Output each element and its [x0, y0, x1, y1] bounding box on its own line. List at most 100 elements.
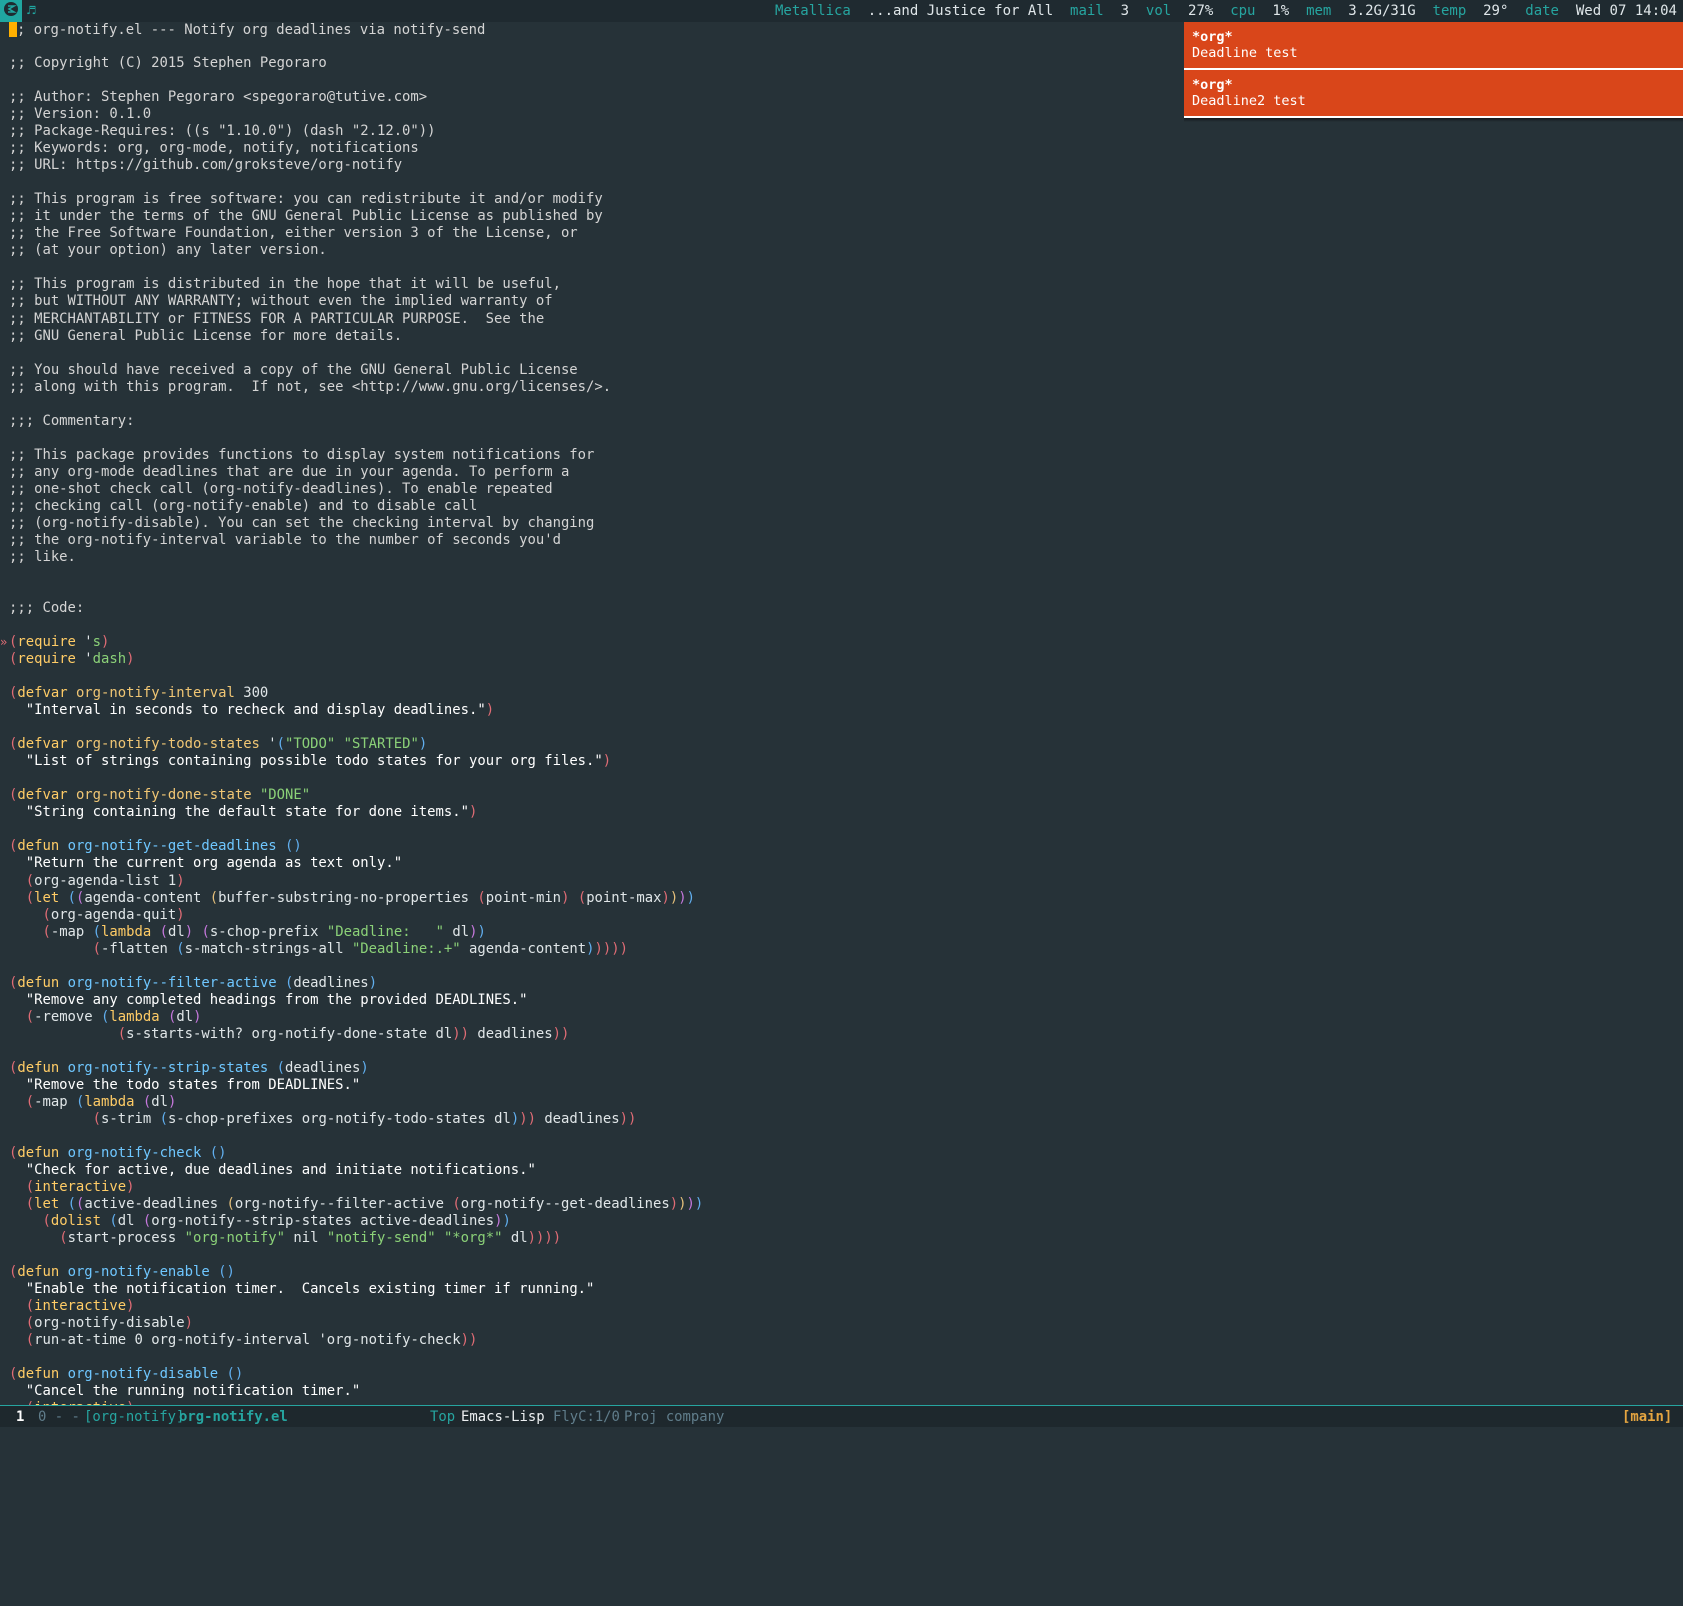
code-line: ;;; Commentary:	[9, 413, 135, 429]
code-line: ;; This program is free software: you ca…	[9, 191, 603, 207]
volume-value: 27%	[1188, 3, 1214, 19]
code-line: ;; (at your option) any later version.	[9, 242, 327, 258]
notification-body: Deadline2 test	[1192, 93, 1306, 109]
text-cursor	[9, 22, 17, 37]
music-note-icon: ♬	[27, 3, 36, 19]
code-line: ; org-notify.el --- Notify org deadlines…	[9, 22, 485, 38]
code-line: ;; Copyright (C) 2015 Stephen Pegoraro	[9, 55, 327, 71]
code-line: "Return the current org agenda as text o…	[25, 855, 403, 871]
cpu-label: cpu	[1230, 3, 1256, 19]
flycheck-status[interactable]: FlyC:1/0	[553, 1407, 620, 1427]
notification-stack: *org* Deadline test *org* Deadline2 test	[1184, 22, 1683, 122]
workspace-indicator[interactable]	[0, 0, 22, 22]
buffer-filename[interactable]: org-notify.el	[179, 1407, 288, 1427]
major-mode[interactable]: Emacs-Lisp	[461, 1407, 545, 1427]
emacs-buffer[interactable]: ; org-notify.el --- Notify org deadlines…	[0, 22, 1683, 1405]
date-label: date	[1525, 3, 1559, 19]
notification-title: *org*	[1192, 77, 1233, 93]
code-line: ;; GNU General Public License for more d…	[9, 328, 403, 344]
code-line: ;; You should have received a copy of th…	[9, 362, 578, 378]
code-line: (interactive)	[25, 1179, 135, 1195]
code-line: ;; Version: 0.1.0	[9, 106, 152, 122]
code-line: (-map (lambda (dl) (s-chop-prefix "Deadl…	[42, 924, 486, 940]
git-branch[interactable]: [main]	[1622, 1407, 1672, 1427]
code-line: ;; This package provides functions to di…	[9, 447, 595, 463]
code-line: (defun org-notify-disable ()	[9, 1366, 244, 1382]
code-line: "Interval in seconds to recheck and disp…	[25, 702, 495, 718]
code-line: "Enable the notification timer. Cancels …	[25, 1281, 595, 1297]
code-line: (require 'dash)	[9, 651, 135, 667]
code-line: ;; one-shot check call (org-notify-deadl…	[9, 481, 553, 497]
code-line: ;; along with this program. If not, see …	[9, 379, 612, 395]
now-playing-album: ...and Justice for All	[867, 3, 1054, 19]
code-line: (s-trim (s-chop-prefixes org-notify-todo…	[92, 1111, 637, 1127]
mode-line: 1 0 - - [org-notify] org-notify.el Top E…	[0, 1405, 1683, 1427]
code-line: ;; any org-mode deadlines that are due i…	[9, 464, 570, 480]
code-line: ;; URL: https://github.com/groksteve/org…	[9, 157, 403, 173]
code-line: (defun org-notify-enable ()	[9, 1264, 235, 1280]
code-line: "Check for active, due deadlines and ini…	[25, 1162, 536, 1178]
minor-modes[interactable]: Proj company	[624, 1407, 724, 1427]
emacs-icon	[3, 1, 19, 21]
temperature-label: temp	[1432, 3, 1467, 19]
code-line: ;; Package-Requires: ((s "1.10.0") (dash…	[9, 123, 436, 139]
code-line: (start-process "org-notify" nil "notify-…	[59, 1230, 562, 1246]
code-line: (defun org-notify-check ()	[9, 1145, 227, 1161]
notification-popup[interactable]: *org* Deadline2 test	[1184, 70, 1683, 118]
notification-shadow	[1184, 118, 1683, 122]
code-line: (org-notify-disable)	[25, 1315, 194, 1331]
volume-label: vol	[1145, 3, 1172, 19]
notification-popup[interactable]: *org* Deadline test	[1184, 22, 1683, 70]
code-line: (-remove (lambda (dl)	[25, 1009, 202, 1025]
project-name[interactable]: [org-notify]	[84, 1407, 184, 1427]
code-line: (s-starts-with? org-notify-done-state dl…	[117, 1026, 570, 1042]
notification-title: *org*	[1192, 29, 1233, 45]
code-line: (dolist (dl (org-notify--strip-states ac…	[42, 1213, 511, 1229]
buffer-state: 0 - -	[38, 1409, 80, 1425]
system-status: Metallica ...and Justice for All mail 3 …	[775, 0, 1677, 22]
cpu-value: 1%	[1272, 3, 1290, 19]
code-line: (interactive)	[25, 1298, 135, 1314]
date-value: Wed 07 14:04	[1575, 3, 1677, 19]
code-line: (defvar org-notify-done-state "DONE"	[9, 787, 311, 803]
code-line: "Remove any completed headings from the …	[25, 992, 528, 1008]
code-line: ;; like.	[9, 549, 76, 565]
code-line: "Cancel the running notification timer."	[25, 1383, 361, 1399]
minibuffer[interactable]	[0, 1427, 1683, 1440]
code-line: ;; but WITHOUT ANY WARRANTY; without eve…	[9, 293, 553, 309]
mail-label: mail	[1070, 3, 1104, 19]
top-status-bar: ♬ Metallica ...and Justice for All mail …	[0, 0, 1683, 22]
code-line: ;; This program is distributed in the ho…	[9, 276, 561, 292]
code-line: "List of strings containing possible tod…	[25, 753, 612, 769]
code-line: (defvar org-notify-todo-states '("TODO" …	[9, 736, 428, 752]
code-line: ;; the org-notify-interval variable to t…	[9, 532, 561, 548]
code-line: (defun org-notify--strip-states (deadlin…	[9, 1060, 369, 1076]
buffer-position: Top	[430, 1409, 456, 1425]
code-line: ;; MERCHANTABILITY or FITNESS FOR A PART…	[9, 311, 545, 327]
notification-body: Deadline test	[1192, 45, 1298, 61]
code-line: (org-agenda-list 1)	[25, 873, 185, 889]
code-line: ;; Keywords: org, org-mode, notify, noti…	[9, 140, 419, 156]
code-line: (run-at-time 0 org-notify-interval 'org-…	[25, 1332, 478, 1348]
temperature-value: 29°	[1483, 3, 1509, 19]
code-line: (let ((active-deadlines (org-notify--fil…	[25, 1196, 704, 1212]
code-line: "Remove the todo states from DEADLINES."	[25, 1077, 361, 1093]
mail-count: 3	[1120, 3, 1130, 19]
window-number: 1	[16, 1409, 25, 1425]
code-line: (let ((agenda-content (buffer-substring-…	[25, 890, 695, 906]
code-line: (defun org-notify--get-deadlines ()	[9, 838, 302, 854]
code-line: ;;; Code:	[9, 600, 85, 616]
code-line: ;; Author: Stephen Pegoraro <spegoraro@t…	[9, 89, 428, 105]
code-line: (-map (lambda (dl)	[25, 1094, 177, 1110]
memory-value: 3.2G/31G	[1348, 3, 1416, 19]
flycheck-warning-icon[interactable]: »	[0, 635, 7, 649]
code-line: ;; the Free Software Foundation, either …	[9, 225, 578, 241]
code-line: ;; it under the terms of the GNU General…	[9, 208, 603, 224]
memory-label: mem	[1306, 3, 1332, 19]
code-line: ;; checking call (org-notify-enable) and…	[9, 498, 478, 514]
now-playing-artist: Metallica	[775, 3, 851, 19]
code-line: "String containing the default state for…	[25, 804, 478, 820]
code-line: (defun org-notify--filter-active (deadli…	[9, 975, 378, 991]
code-line: (defvar org-notify-interval 300	[9, 685, 269, 701]
code-line: ;; (org-notify-disable). You can set the…	[9, 515, 595, 531]
